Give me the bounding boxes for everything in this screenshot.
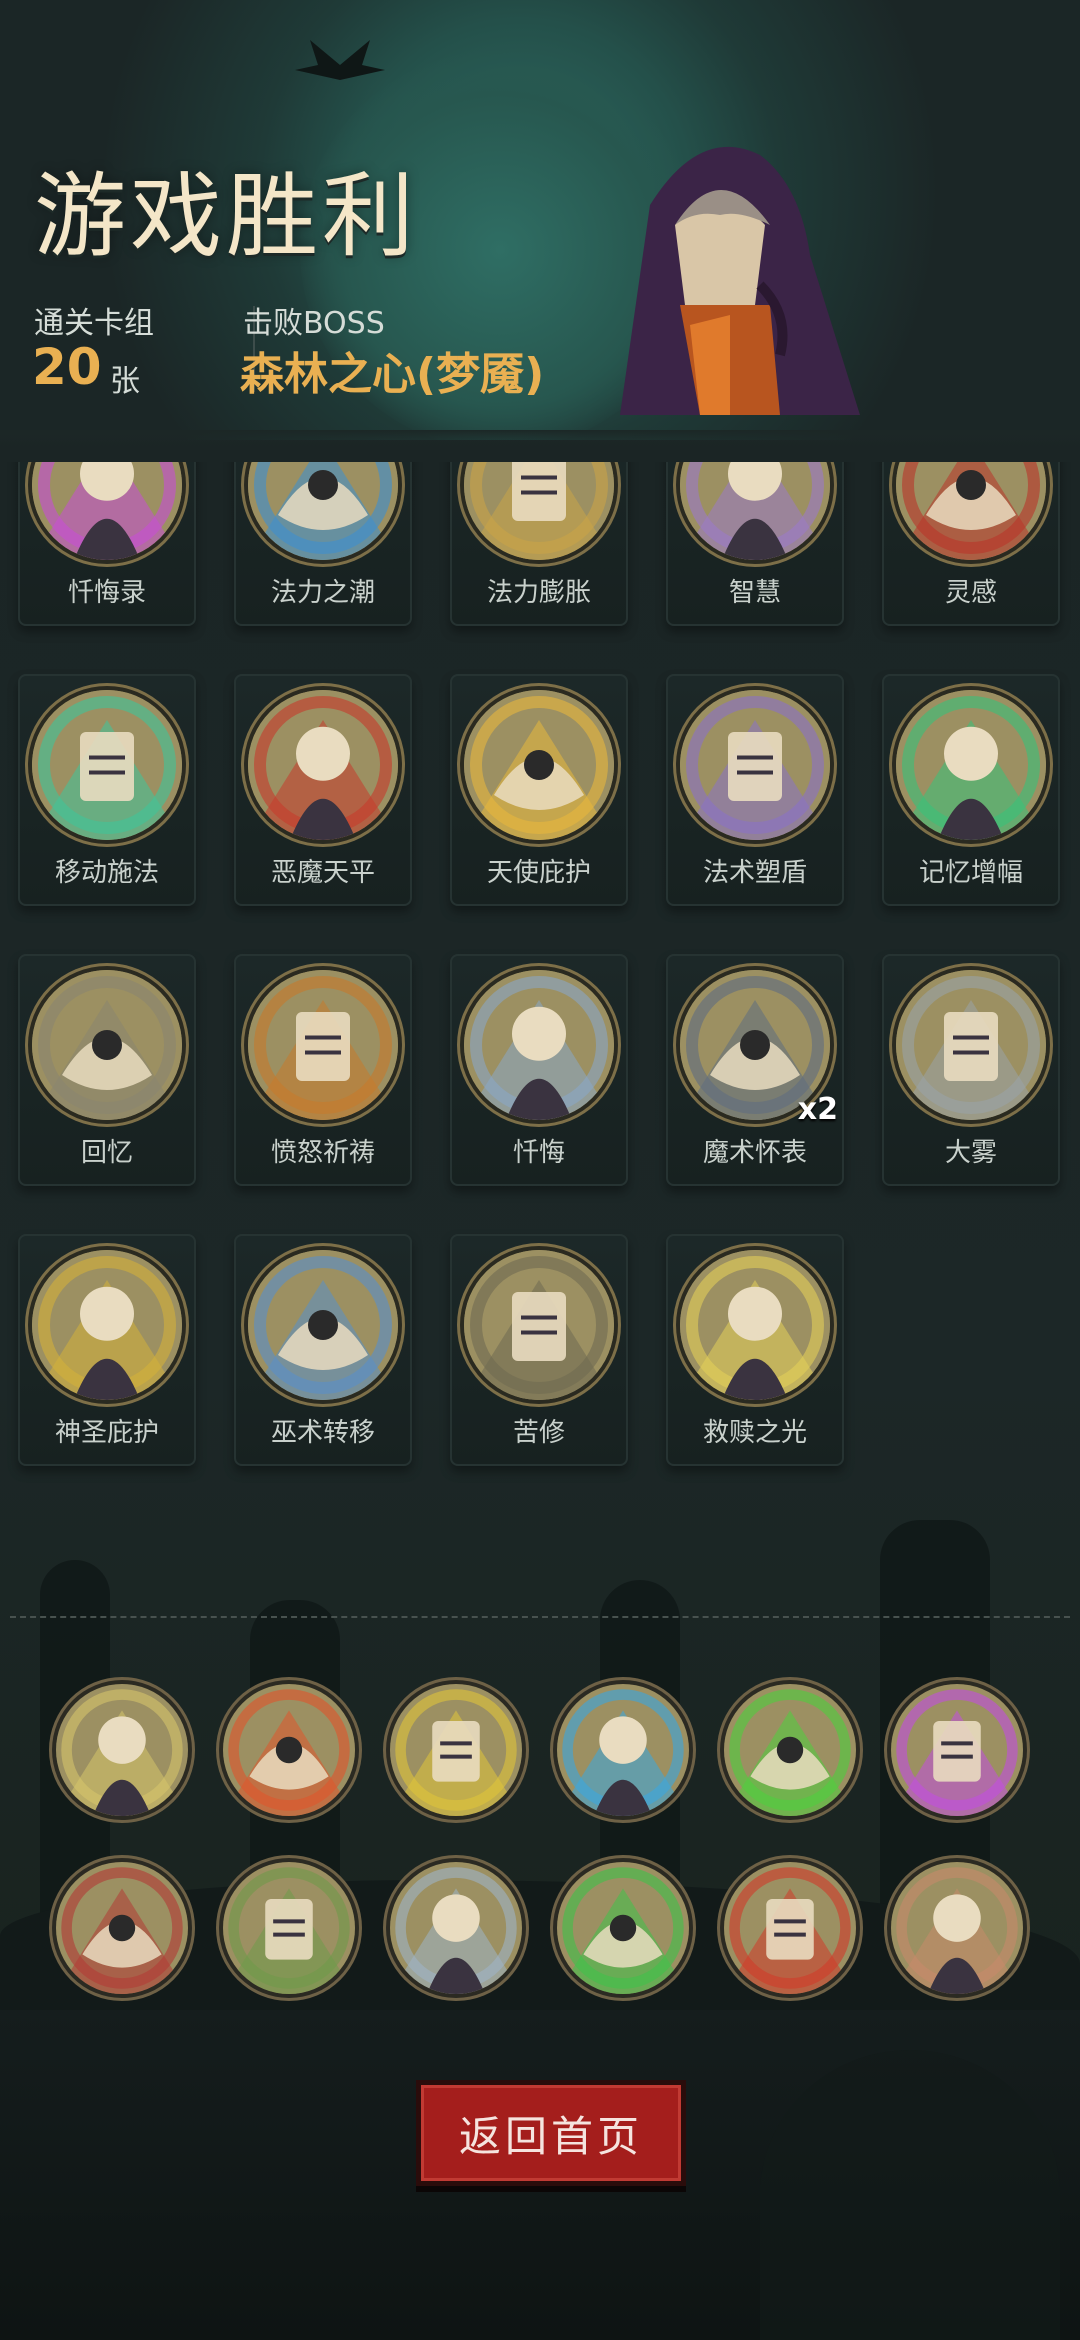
scholar-icon [680,462,830,560]
bard-skull-red-icon[interactable] [223,1684,355,1816]
old-man-icon [32,970,182,1120]
card-name: 救赎之光 [702,1418,807,1448]
deck-count: 20 [32,338,102,396]
card-name: 回忆 [80,1138,133,1168]
book-icon [32,462,182,560]
bard-skull-purple-icon[interactable] [891,1684,1023,1816]
mage-icon [464,462,614,560]
card-name: 愤怒祈祷 [270,1138,375,1168]
hooded-hero-icon [620,146,860,415]
card-name: 记忆增幅 [918,858,1023,888]
bat-icon [295,40,385,80]
fog-icon [896,970,1046,1120]
card-item[interactable]: 记忆增幅 [882,674,1060,906]
card-name: 苦修 [512,1418,565,1448]
boss-label: 击败BOSS [243,306,385,341]
card-item[interactable]: 灵感 [882,462,1060,626]
card-multiplier-badge: x2 [797,1092,838,1127]
card-item[interactable]: 天使庇护 [450,674,628,906]
wizard-icon [248,1250,398,1400]
card-item[interactable]: 恶魔天平 [234,674,412,906]
witch-icon [32,690,182,840]
card-item[interactable]: 大雾 [882,954,1060,1186]
card-name: 巫术转移 [270,1418,375,1448]
deck-label: 通关卡组 [34,306,154,341]
card-name: 智慧 [728,578,781,608]
card-name: 灵感 [944,578,997,608]
brain-icon [896,690,1046,840]
throne-relic-icon[interactable] [56,1862,188,1994]
section-divider [10,1616,1070,1618]
return-home-button[interactable]: 返回首页 [416,2080,686,2186]
card-item[interactable]: 巫术转移 [234,1234,412,1466]
card-item[interactable]: 法术塑盾 [666,674,844,906]
angel-relic-icon[interactable] [56,1684,188,1816]
monk-icon [464,1250,614,1400]
card-name: 魔术怀表 [702,1138,807,1168]
deck-unit: 张 [110,364,140,399]
card-name: 法力膨胀 [486,578,591,608]
light-icon [680,1250,830,1400]
wings-icon [464,690,614,840]
card-name: 法力之潮 [270,578,375,608]
rock-silhouette [760,2050,1060,2340]
page-title: 游戏胜利 [34,163,419,270]
card-name: 忏悔录 [67,578,146,608]
card-item[interactable]: 愤怒祈祷 [234,954,412,1186]
shield-spell-icon [680,690,830,840]
card-grid: 忏悔录 法力之潮 法力膨胀 智慧 灵感 移动施法 恶魔天平 天使庇护 法术塑盾 … [0,462,1080,1522]
card-item[interactable]: 忏悔录 [18,462,196,626]
card-item[interactable]: 法力膨胀 [450,462,628,626]
cross-icon [464,970,614,1120]
card-item[interactable]: 神圣庇护 [18,1234,196,1466]
card-name: 神圣庇护 [54,1418,159,1448]
lion-icon [248,970,398,1120]
ogre-relic-icon[interactable] [223,1862,355,1994]
bard-skull-green-icon[interactable] [724,1684,856,1816]
card-item[interactable]: 法力之潮 [234,462,412,626]
brute-relic-icon[interactable] [891,1862,1023,1994]
card-name: 大雾 [944,1138,997,1168]
demon-icon [248,690,398,840]
card-item[interactable]: 魔术怀表 x2 [666,954,844,1186]
card-item[interactable]: 智慧 [666,462,844,626]
card-item[interactable]: 回忆 [18,954,196,1186]
card-name: 法术塑盾 [702,858,807,888]
header-edge [0,430,1080,448]
red-demon-relic-icon[interactable] [724,1862,856,1994]
wave-icon [248,462,398,560]
skull-icon [896,462,1046,560]
card-item[interactable]: 救赎之光 [666,1234,844,1466]
card-name: 恶魔天平 [270,858,375,888]
card-item[interactable]: 忏悔 [450,954,628,1186]
card-name: 天使庇护 [486,858,591,888]
bard-skull-yellow-icon[interactable] [390,1684,522,1816]
holy-shield-icon [32,1250,182,1400]
card-item[interactable]: 苦修 [450,1234,628,1466]
ghost-relic-icon[interactable] [557,1862,689,1994]
card-name: 移动施法 [54,858,159,888]
boss-name: 森林之心(梦魇) [240,349,545,400]
dagger-relic-icon[interactable] [390,1862,522,1994]
card-name: 忏悔 [512,1138,565,1168]
bard-skull-blue-icon[interactable] [557,1684,689,1816]
card-item[interactable]: 移动施法 [18,674,196,906]
